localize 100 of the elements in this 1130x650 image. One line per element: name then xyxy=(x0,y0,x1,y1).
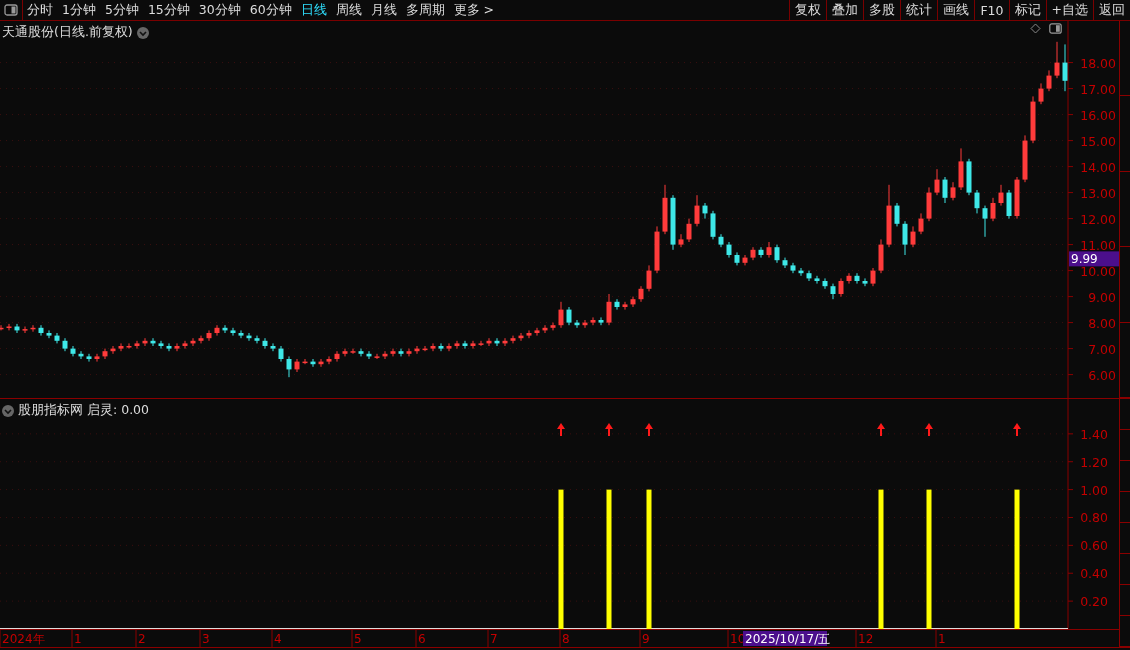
chevron-down-icon[interactable] xyxy=(136,26,149,39)
candle xyxy=(62,337,68,352)
axis-label: 11.00 xyxy=(1080,237,1116,253)
candle xyxy=(94,353,100,363)
axis-label: 8.00 xyxy=(1088,315,1116,331)
toolbar-button[interactable]: 叠加 xyxy=(826,0,864,20)
toolbar-button[interactable]: 返回 xyxy=(1093,0,1130,20)
candle xyxy=(718,233,724,248)
up-arrow-icon xyxy=(925,423,933,437)
candle xyxy=(1038,82,1044,105)
axis-label: 12.00 xyxy=(1080,211,1116,227)
candle xyxy=(638,285,644,303)
toolbar-button[interactable]: 统计 xyxy=(900,0,938,20)
period-tab[interactable]: 60分钟 xyxy=(245,0,296,20)
period-tab[interactable]: 分时 xyxy=(23,0,57,20)
candle xyxy=(558,301,564,329)
period-tab[interactable]: 更多 > xyxy=(449,0,499,20)
candle xyxy=(694,194,700,227)
date-label: 12 xyxy=(858,632,874,646)
date-cursor-label: 2025/10/17/五 xyxy=(743,631,831,646)
candle xyxy=(270,342,276,352)
candle xyxy=(494,337,500,347)
axis-label: 0.40 xyxy=(1080,566,1108,582)
candle xyxy=(830,283,836,300)
axis-label: 1.00 xyxy=(1080,482,1108,498)
candle xyxy=(214,324,220,337)
candle xyxy=(726,241,732,259)
candle xyxy=(150,337,156,347)
toolbar-button[interactable]: F10 xyxy=(974,0,1009,20)
period-tab[interactable]: 15分钟 xyxy=(143,0,194,20)
current-price-label: 9.99 xyxy=(1069,251,1119,267)
candle xyxy=(926,186,932,222)
candle xyxy=(614,298,620,311)
candle xyxy=(838,277,844,298)
axis-label: 13.00 xyxy=(1080,185,1116,201)
axis-label: 15.00 xyxy=(1080,133,1116,149)
panel-toggle-icon[interactable] xyxy=(4,4,18,16)
candle xyxy=(1006,189,1012,220)
candle xyxy=(686,218,692,243)
candle xyxy=(542,324,548,334)
toolbar-button[interactable]: 复权 xyxy=(789,0,827,20)
axis-label: 6.00 xyxy=(1088,367,1116,383)
candle xyxy=(86,353,92,363)
candle xyxy=(790,262,796,274)
candle xyxy=(406,348,412,357)
candle xyxy=(630,296,636,308)
candle xyxy=(358,348,364,357)
candle xyxy=(118,342,124,352)
candle xyxy=(574,319,580,329)
candle xyxy=(470,340,476,350)
indicator-reading: 启灵: 0.00 xyxy=(87,402,150,419)
period-tab[interactable]: 多周期 xyxy=(401,0,449,20)
date-label: 1 xyxy=(74,632,82,646)
period-tab[interactable]: 1分钟 xyxy=(58,0,100,20)
candle xyxy=(710,210,716,240)
panel-toggle-icon[interactable] xyxy=(1049,23,1062,34)
candle xyxy=(350,348,356,355)
candle xyxy=(454,340,460,350)
up-arrow-icon xyxy=(877,423,885,437)
candle xyxy=(6,323,12,331)
period-tab[interactable]: 5分钟 xyxy=(100,0,143,20)
candle xyxy=(166,342,172,352)
candle xyxy=(174,342,180,352)
candle xyxy=(30,324,36,333)
date-label: 1 xyxy=(938,632,946,646)
candle xyxy=(878,238,884,274)
chevron-down-icon[interactable] xyxy=(2,404,14,417)
candle xyxy=(910,225,916,248)
candle xyxy=(126,342,132,350)
toolbar-button[interactable]: 标记 xyxy=(1008,0,1046,20)
candle xyxy=(918,212,924,235)
candle xyxy=(678,233,684,248)
diamond-icon[interactable] xyxy=(1030,23,1041,34)
toolbar-button[interactable]: +自选 xyxy=(1045,0,1093,20)
candle xyxy=(430,342,436,352)
candle xyxy=(854,272,860,285)
candle xyxy=(534,327,540,337)
candle xyxy=(598,316,604,326)
period-tab[interactable]: 月线 xyxy=(366,0,401,20)
toolbar-button[interactable]: 多股 xyxy=(863,0,901,20)
candle xyxy=(798,267,804,277)
period-tab[interactable]: 日线 xyxy=(296,0,331,20)
candle xyxy=(462,340,468,350)
period-tab[interactable]: 30分钟 xyxy=(194,0,245,20)
candle xyxy=(766,241,772,259)
date-label: 9 xyxy=(642,632,650,646)
candle xyxy=(998,184,1004,207)
candle xyxy=(1030,95,1036,144)
candle xyxy=(646,264,652,292)
candle xyxy=(422,345,428,352)
candle xyxy=(246,332,252,342)
candle xyxy=(478,340,484,347)
candle xyxy=(814,275,820,285)
candle xyxy=(390,348,396,357)
candle xyxy=(110,345,116,355)
candle xyxy=(806,270,812,282)
candle xyxy=(254,335,260,344)
period-tab[interactable]: 周线 xyxy=(331,0,366,20)
candle xyxy=(54,332,60,344)
toolbar-button[interactable]: 画线 xyxy=(937,0,975,20)
